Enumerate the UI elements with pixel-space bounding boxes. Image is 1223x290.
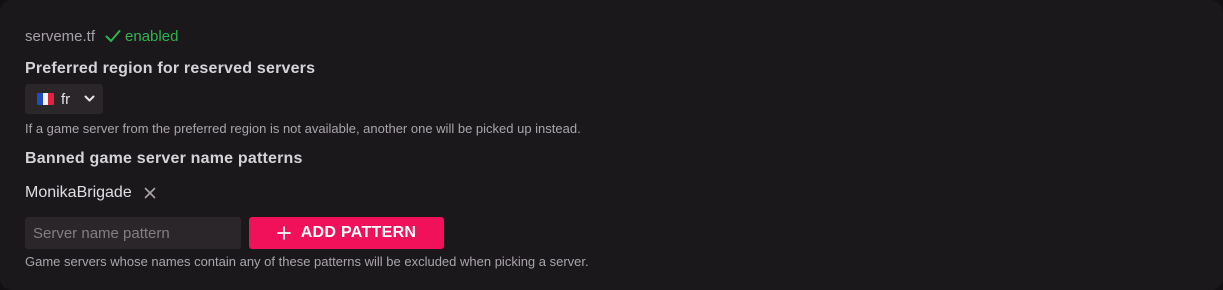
- banned-section-title: Banned game server name patterns: [25, 150, 303, 167]
- region-hint: If a game server from the preferred regi…: [25, 121, 581, 136]
- region-section-title: Preferred region for reserved servers: [25, 60, 316, 77]
- france-flag-icon: [37, 93, 54, 105]
- chevron-down-icon: [84, 95, 95, 102]
- status-indicator: enabled: [105, 28, 178, 45]
- plus-icon: [276, 226, 291, 240]
- close-icon: [144, 187, 156, 199]
- add-pattern-row: ADD PATTERN: [25, 217, 1198, 249]
- status-label: enabled: [125, 27, 179, 45]
- region-select-value: fr: [61, 90, 71, 108]
- pattern-label: MonikaBrigade: [25, 184, 132, 201]
- pattern-item: MonikaBrigade: [25, 181, 1198, 205]
- provider-header: serveme.tf enabled: [25, 26, 1198, 46]
- serveme-settings-panel: serveme.tf enabled Preferred region for …: [0, 0, 1223, 290]
- add-pattern-label: ADD PATTERN: [300, 224, 417, 241]
- remove-pattern-button[interactable]: [142, 185, 158, 201]
- pattern-input[interactable]: [25, 217, 241, 249]
- banned-hint: Game servers whose names contain any of …: [25, 254, 589, 269]
- provider-name: serveme.tf: [25, 27, 96, 45]
- checkmark-icon: [105, 30, 121, 42]
- add-pattern-button[interactable]: ADD PATTERN: [249, 217, 444, 249]
- region-select[interactable]: fr: [25, 84, 103, 114]
